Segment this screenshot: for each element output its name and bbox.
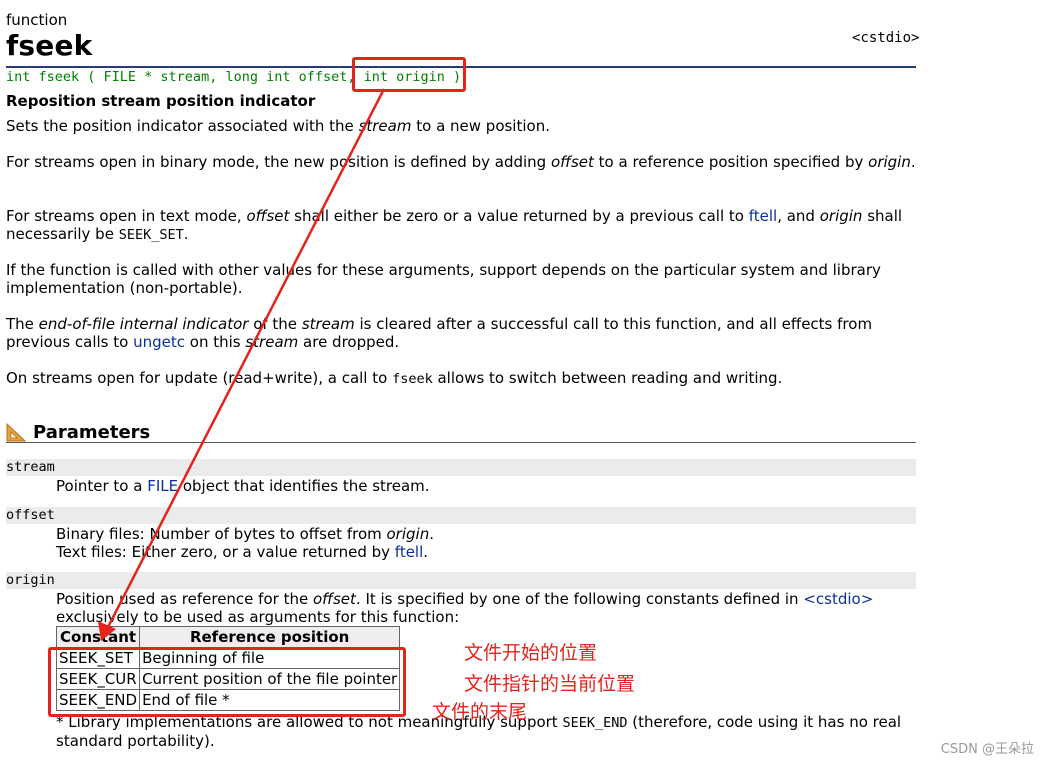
file-link[interactable]: FILE <box>147 477 178 495</box>
param-name-origin: origin <box>6 572 916 589</box>
annotation-seek-cur: 文件指针的当前位置 <box>464 673 636 695</box>
prototype-part-1: int fseek ( FILE * stream, long int offs… <box>6 69 364 85</box>
function-summary: Reposition stream position indicator <box>6 92 316 110</box>
table-header-row: Constant Reference position <box>55 626 401 648</box>
annotation-seek-end: 文件的末尾 <box>432 701 528 723</box>
constants-highlight-box <box>48 647 406 717</box>
csdn-watermark: CSDN @王朵拉 <box>940 742 1034 757</box>
parameters-divider <box>6 442 916 443</box>
seek-end-code: SEEK_END <box>562 715 628 731</box>
ftell-link[interactable]: ftell <box>749 207 777 225</box>
fseek-code: fseek <box>392 371 433 387</box>
param-desc-offset-binary: Binary files: Number of bytes to offset … <box>56 525 434 543</box>
header-file-tag: <cstdio> <box>852 30 920 46</box>
function-kind-label: function <box>6 11 68 29</box>
description-paragraph-3: For streams open in text mode, offset sh… <box>6 207 903 243</box>
table-header-cell: Constant <box>55 626 141 648</box>
param-desc-offset-text: Text files: Either zero, or a value retu… <box>56 543 429 561</box>
description-paragraph-6: On streams open for update (read+write),… <box>6 369 783 387</box>
ftell-link-2[interactable]: ftell <box>395 543 423 561</box>
description-paragraph-2: For streams open in binary mode, the new… <box>6 153 916 171</box>
origin-highlight-box <box>352 57 466 92</box>
description-paragraph-5: The end-of-file internal indicator of th… <box>6 315 873 351</box>
annotation-seek-set: 文件开始的位置 <box>464 642 598 664</box>
param-name-stream: stream <box>6 459 916 476</box>
description-paragraph-1: Sets the position indicator associated w… <box>6 117 550 135</box>
param-desc-stream: Pointer to a FILE object that identifies… <box>56 477 430 495</box>
triangle-ruler-icon <box>6 422 26 442</box>
cstdio-link[interactable]: <cstdio> <box>803 590 873 608</box>
param-name-offset: offset <box>6 507 916 524</box>
description-paragraph-4: If the function is called with other val… <box>6 261 881 297</box>
page-title: fseek <box>6 29 93 62</box>
seek-set-code: SEEK_SET <box>118 227 184 243</box>
ungetc-link[interactable]: ungetc <box>133 333 185 351</box>
parameters-title: Parameters <box>33 422 151 443</box>
param-desc-origin: Position used as reference for the offse… <box>56 590 874 626</box>
table-header-cell: Reference position <box>139 626 401 648</box>
